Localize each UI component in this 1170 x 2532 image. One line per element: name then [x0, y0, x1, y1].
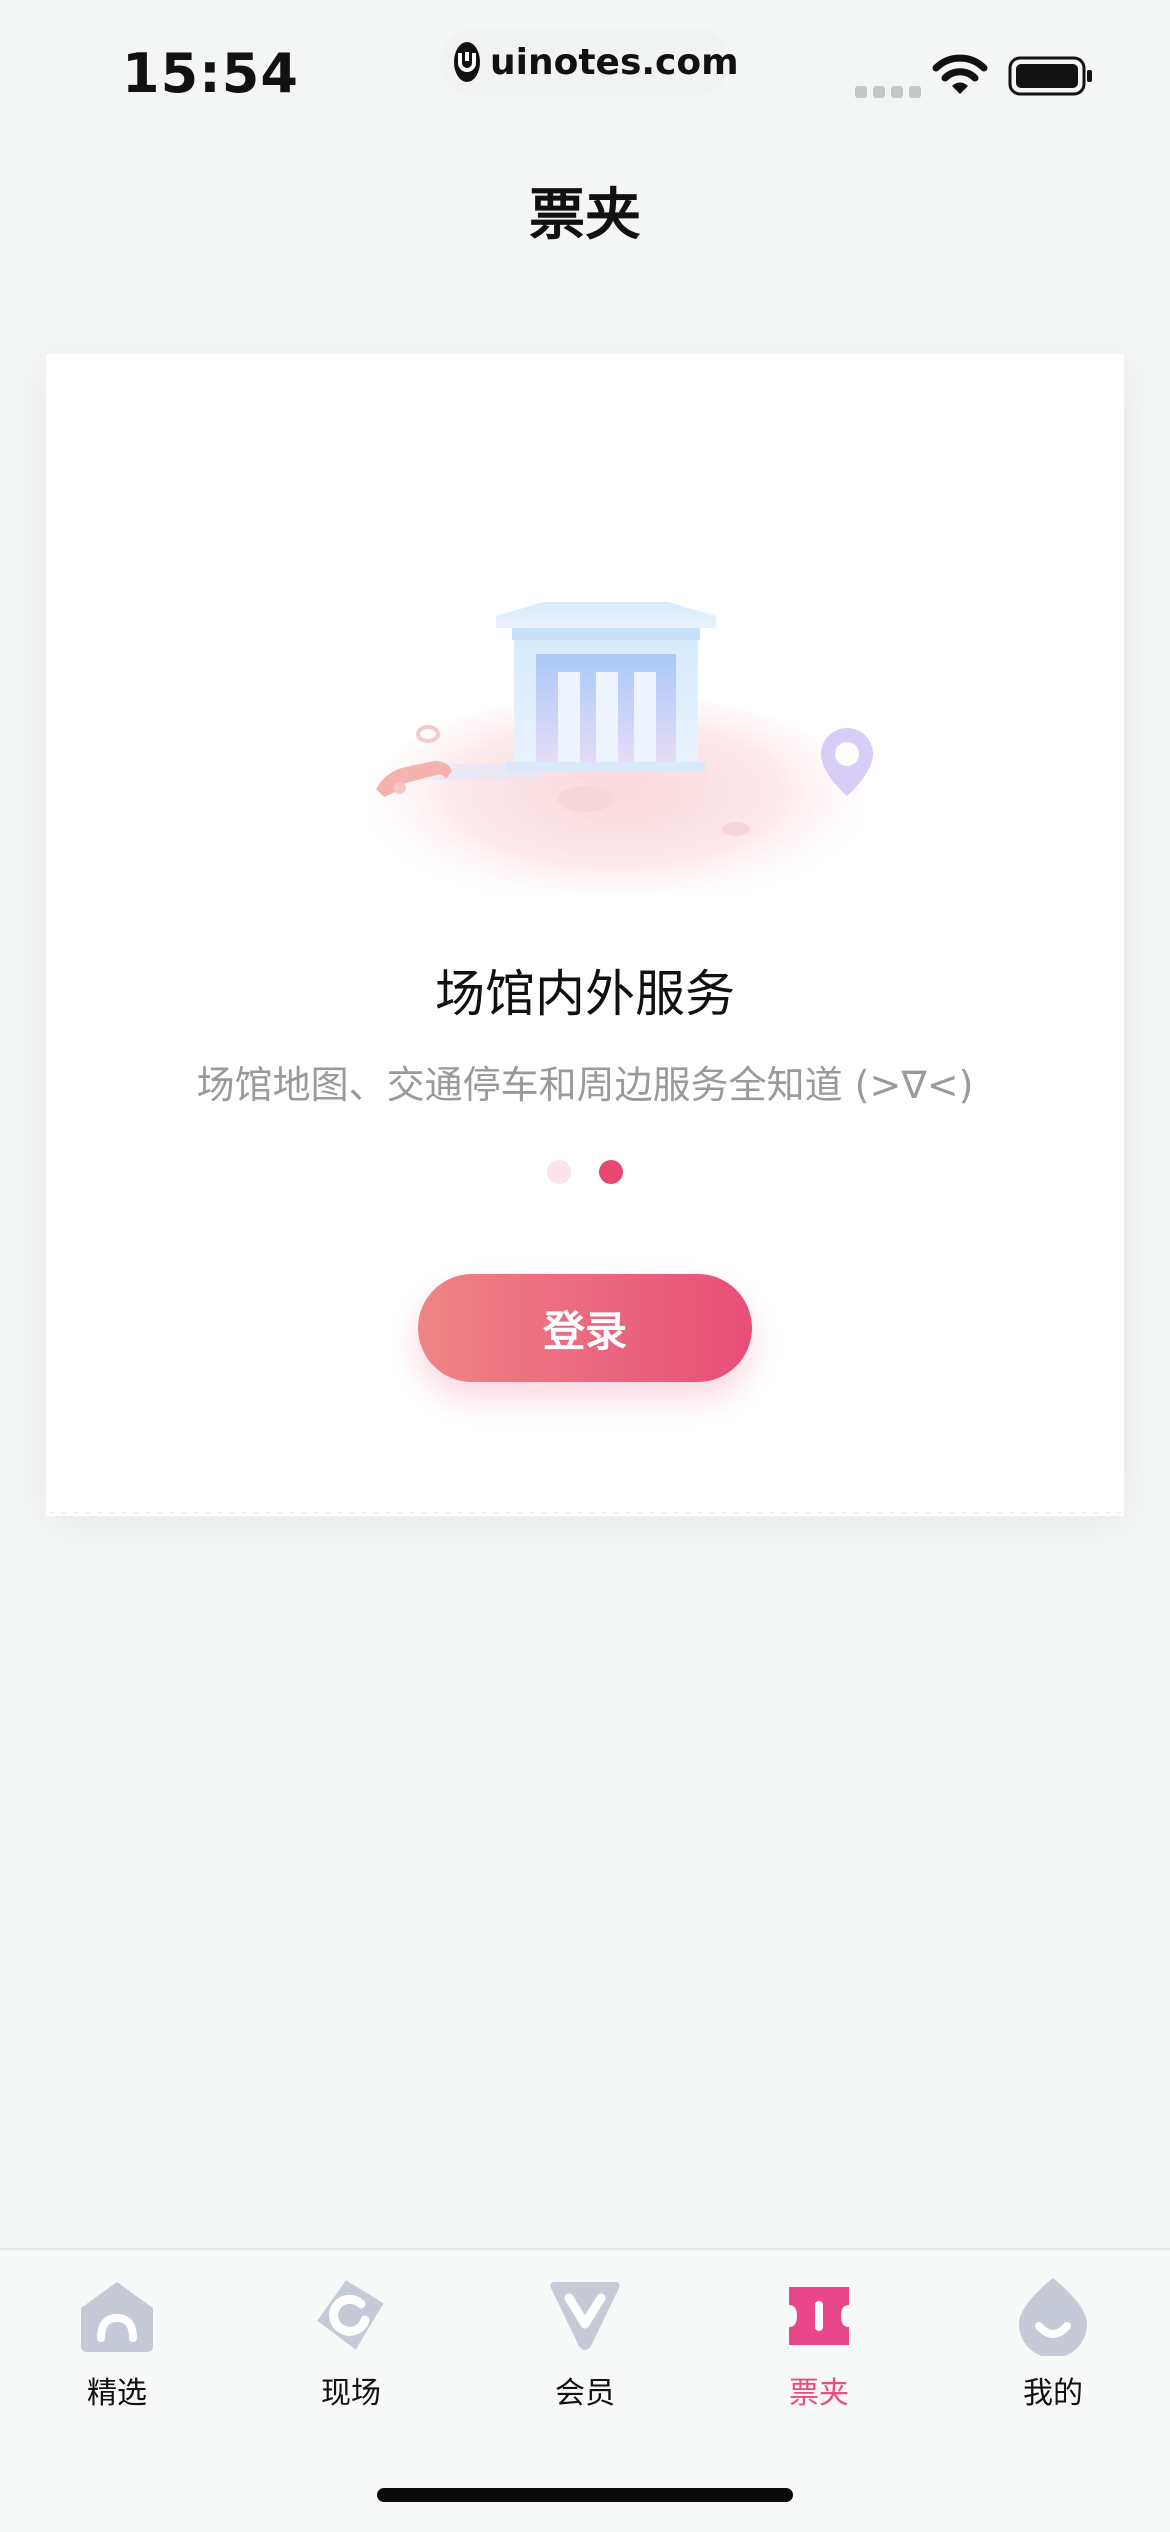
site-logo-icon	[454, 42, 480, 82]
member-icon	[543, 2274, 627, 2358]
url-text: uinotes.com	[490, 41, 739, 83]
wifi-icon	[932, 54, 988, 94]
cellular-signal-icon	[855, 86, 921, 98]
venue-building-illustration	[366, 602, 873, 894]
feature-description: 场馆地图、交通停车和周边服务全知道 (>∇<)	[196, 1063, 974, 1107]
page-indicator	[46, 1160, 1124, 1184]
tab-member[interactable]: 会员	[468, 2250, 702, 2412]
tab-live[interactable]: 现场	[234, 2250, 468, 2412]
tab-profile[interactable]: 我的	[936, 2250, 1170, 2412]
page-title: 票夹	[529, 183, 641, 248]
feature-title: 场馆内外服务	[435, 965, 735, 1023]
home-icon	[75, 2274, 159, 2358]
tab-ticket-wallet[interactable]: 票夹	[702, 2250, 936, 2412]
onboarding-card: 场馆内外服务 场馆地图、交通停车和周边服务全知道 (>∇<) 登录	[46, 354, 1124, 1516]
profile-icon	[1011, 2274, 1095, 2358]
card-perforated-edge	[46, 1510, 1124, 1516]
tab-label: 票夹	[789, 2376, 849, 2411]
page-indicator-dot-active[interactable]	[599, 1160, 623, 1184]
status-time: 15:54	[122, 42, 299, 105]
status-bar: 15:54 uinotes.com	[0, 0, 1170, 150]
tab-label: 会员	[555, 2376, 615, 2411]
tab-label: 现场	[321, 2376, 381, 2411]
url-pill[interactable]: uinotes.com	[440, 28, 739, 96]
tab-featured[interactable]: 精选	[0, 2250, 234, 2412]
battery-icon	[1008, 56, 1092, 96]
ticket-wallet-screen: 15:54 uinotes.com 票夹 场馆内外服务 场馆地图、交通停车和周边…	[0, 0, 1170, 2532]
tab-label: 精选	[87, 2376, 147, 2411]
tab-label: 我的	[1023, 2376, 1083, 2411]
page-indicator-dot[interactable]	[547, 1160, 571, 1184]
home-indicator[interactable]	[377, 2488, 793, 2502]
live-icon	[309, 2274, 393, 2358]
login-button[interactable]: 登录	[418, 1274, 752, 1382]
ticket-icon	[777, 2274, 861, 2358]
